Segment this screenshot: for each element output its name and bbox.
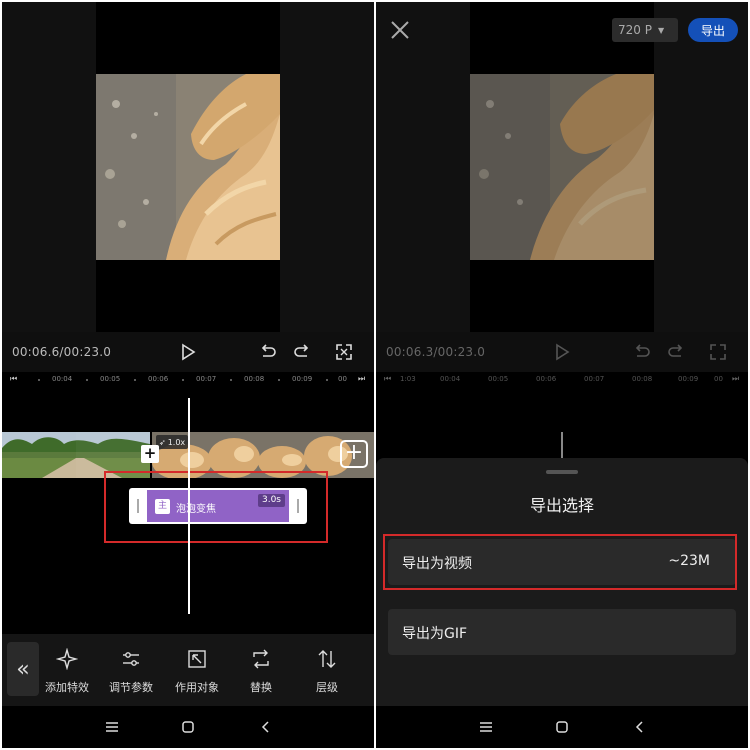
ruler-tick: 00: [338, 375, 347, 383]
caret-down-icon: ▼: [657, 25, 665, 35]
sheet-drag-handle[interactable]: [546, 470, 578, 474]
undo-icon[interactable]: [256, 340, 280, 364]
tool-label: 层级: [316, 681, 338, 694]
fullscreen-icon: [706, 340, 730, 364]
add-transition-button[interactable]: +: [141, 445, 159, 463]
tool-target-object[interactable]: 作用对象: [166, 648, 228, 695]
ruler-dot: [326, 379, 328, 381]
ruler-tick: 00:04: [52, 375, 73, 383]
playback-controls: 00:06.6/00:23.0: [2, 332, 374, 372]
speed-label: 1.0x: [167, 437, 186, 447]
effect-name: 泡泡变焦: [176, 504, 216, 515]
tool-label: 替换: [250, 681, 272, 694]
video-preview: 720 P ▼ 导出: [376, 2, 748, 332]
effect-main-badge: 主: [155, 499, 170, 514]
play-icon: [550, 340, 574, 364]
dog-fur-image: [96, 74, 280, 260]
ruler-dot: [230, 379, 232, 381]
speed-badge: ➶ 1.0x: [156, 435, 189, 449]
ruler-tick: 1:03: [400, 375, 416, 383]
tool-label: 添加特效: [45, 681, 89, 694]
sliders-icon: [123, 652, 139, 666]
export-button[interactable]: 导出: [688, 18, 738, 42]
export-gif-option[interactable]: 导出为GIF: [388, 609, 736, 655]
video-preview: [2, 2, 374, 332]
ruler-tick: 00:06: [148, 375, 169, 383]
back-icon[interactable]: [256, 717, 276, 737]
ruler-tick: 00:05: [488, 375, 509, 383]
ruler-dot: [182, 379, 184, 381]
effect-duration: 3.0s: [257, 494, 285, 507]
playhead[interactable]: [188, 398, 190, 614]
timeline[interactable]: ➶ 1.0x + + 主 泡泡变焦 3.0s: [2, 388, 374, 634]
ruler-tick: 00: [714, 375, 723, 383]
close-icon[interactable]: [388, 18, 412, 42]
system-navbar: [376, 706, 748, 748]
fullscreen-icon[interactable]: [332, 340, 356, 364]
dog-fur-image: [470, 74, 654, 260]
home-icon[interactable]: [178, 717, 198, 737]
ruler-tick: 00:08: [632, 375, 653, 383]
resolution-value: 720 P: [618, 23, 652, 37]
skip-end-icon[interactable]: ⏭: [358, 374, 365, 384]
ruler-dot: [278, 379, 280, 381]
effect-toolbar: « 添加特效 调节参数 作用对象 替换 层级: [2, 634, 374, 706]
resolution-select[interactable]: 720 P ▼: [612, 18, 678, 42]
option-label: 导出为GIF: [402, 626, 468, 642]
playback-controls: 00:06.3/00:23.0: [376, 332, 748, 372]
timecode: 00:06.6/00:23.0: [12, 345, 112, 359]
skip-start-icon: ⏮: [384, 374, 392, 383]
timecode: 00:06.3/00:23.0: [386, 345, 486, 359]
target-object-icon: [188, 650, 206, 668]
tool-adjust-params[interactable]: 调节参数: [100, 648, 162, 695]
menu-icon[interactable]: [102, 717, 122, 737]
ruler-tick: 00:07: [584, 375, 605, 383]
redo-icon[interactable]: [290, 340, 314, 364]
ruler-tick: 00:07: [196, 375, 217, 383]
ruler-tick: 00:06: [536, 375, 557, 383]
skip-end-icon: ⏭: [732, 374, 740, 383]
ruler-tick: 00:08: [244, 375, 265, 383]
back-icon[interactable]: [630, 717, 650, 737]
time-ruler[interactable]: ⏮ 00:04 00:05 00:06 00:07 00:08 00:09 00…: [2, 372, 374, 388]
video-frame: [470, 74, 654, 260]
redo-icon: [664, 340, 688, 364]
tool-add-effect[interactable]: 添加特效: [36, 648, 98, 695]
ruler-tick: 00:09: [292, 375, 313, 383]
ruler-tick: 00:09: [678, 375, 699, 383]
system-navbar: [2, 706, 374, 748]
add-clip-button[interactable]: +: [340, 440, 368, 468]
play-icon[interactable]: [176, 340, 200, 364]
layer-order-icon: [318, 650, 336, 668]
export-screen: 720 P ▼ 导出 00:06.3/00:23.0 ⏮ 1:03 00:04 …: [376, 2, 748, 748]
time-ruler: ⏮ 1:03 00:04 00:05 00:06 00:07 00:08 00:…: [376, 372, 748, 388]
ruler-dot: [86, 379, 88, 381]
effect-trim-handle-right[interactable]: [297, 499, 299, 513]
speed-icon: ➶: [159, 437, 166, 447]
sparkle-icon: [56, 648, 78, 670]
undo-icon: [630, 340, 654, 364]
annotation-highlight: [383, 534, 737, 590]
effect-clip-body[interactable]: 主 泡泡变焦 3.0s: [147, 490, 289, 522]
tool-label: 作用对象: [175, 681, 219, 694]
sheet-title: 导出选择: [529, 496, 594, 515]
replace-icon: [253, 649, 269, 669]
ruler-dot: [134, 379, 136, 381]
video-frame[interactable]: [96, 74, 280, 260]
skip-start-icon[interactable]: ⏮: [10, 374, 17, 384]
ruler-tick: 00:04: [440, 375, 461, 383]
double-chevron-left-icon[interactable]: «: [7, 642, 39, 696]
export-options-sheet: 导出选择 导出为视频 ~23M 导出为GIF: [376, 458, 748, 706]
ruler-dot: [38, 379, 40, 381]
tool-label: 调节参数: [109, 681, 153, 694]
playhead: [561, 432, 563, 458]
home-icon[interactable]: [552, 717, 572, 737]
editor-screen: 00:06.6/00:23.0 ⏮ 00:04 00:05 00:06 00:0…: [2, 2, 374, 748]
tool-replace[interactable]: 替换: [230, 648, 292, 695]
tool-layer[interactable]: 层级: [296, 648, 358, 695]
ruler-tick: 00:05: [100, 375, 121, 383]
menu-icon[interactable]: [476, 717, 496, 737]
effect-trim-handle-left[interactable]: [137, 499, 139, 513]
effect-clip[interactable]: 主 泡泡变焦 3.0s: [129, 488, 307, 524]
